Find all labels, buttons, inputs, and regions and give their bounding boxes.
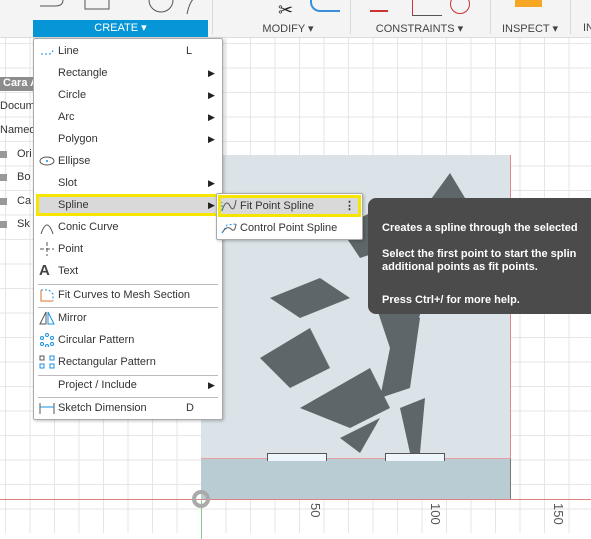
browser-header[interactable]: Cara A <box>0 77 36 91</box>
tick-label: 150 <box>551 503 566 525</box>
menu-item-spline[interactable]: Spline ▶ <box>36 194 220 216</box>
chevron-right-icon: ▶ <box>208 134 215 144</box>
menu-item-circular-pattern[interactable]: Circular Pattern <box>36 330 220 350</box>
menu-item-project-include[interactable]: Project / Include ▶ <box>36 375 220 395</box>
browser-row[interactable]: Bo <box>0 171 36 185</box>
chevron-right-icon: ▶ <box>208 200 215 210</box>
create-menu-button[interactable]: CREATE ▾ <box>33 20 208 37</box>
ellipse-icon <box>39 156 55 166</box>
menu-item-rectangular-pattern[interactable]: Rectangular Pattern <box>36 352 220 372</box>
menu-item-polygon[interactable]: Polygon ▶ <box>36 129 220 149</box>
x-axis <box>0 499 591 500</box>
menu-item-point[interactable]: Point <box>36 239 220 259</box>
tick-label: 50 <box>308 503 323 518</box>
browser-row[interactable]: Docume <box>0 100 36 114</box>
menu-item-mirror[interactable]: Mirror <box>36 308 220 328</box>
menu-item-arc[interactable]: Arc ▶ <box>36 107 220 127</box>
inspect-menu-button[interactable]: INSPECT ▾ <box>500 22 560 35</box>
menu-item-control-point-spline[interactable]: Control Point Spline <box>218 218 361 238</box>
modify-menu-button[interactable]: MODIFY ▾ <box>253 22 323 35</box>
menu-item-line[interactable]: Line L <box>36 41 220 61</box>
menu-item-sketch-dimension[interactable]: Sketch Dimension D <box>36 398 220 418</box>
fit-point-spline-icon <box>221 199 237 212</box>
conic-curve-icon <box>40 224 54 234</box>
more-options-icon[interactable]: ⋮ <box>344 195 355 217</box>
browser-row[interactable]: Named V <box>0 124 36 138</box>
chevron-right-icon: ▶ <box>208 380 215 390</box>
tooltip: Creates a spline through the selected Se… <box>368 198 591 314</box>
browser-row[interactable]: Ori <box>0 148 36 162</box>
origin-icon[interactable] <box>192 490 210 508</box>
spline-submenu: Fit Point Spline ⋮ Control Point Spline <box>216 193 363 240</box>
sketch-profile-band <box>201 458 511 499</box>
toolbar: CREATE ▾ ✂ MODIFY ▾ CONSTRAINTS ▾ INSPEC… <box>0 0 591 38</box>
chevron-right-icon: ▶ <box>208 178 215 188</box>
menu-item-ellipse[interactable]: Ellipse <box>36 151 220 171</box>
tooltip-text: Select the first point to start the spli… <box>382 248 577 260</box>
browser-row[interactable]: Ca <box>0 195 36 209</box>
chevron-right-icon: ▶ <box>208 68 215 78</box>
dimension-icon <box>39 403 55 414</box>
tooltip-text: Press Ctrl+/ for more help. <box>382 294 520 306</box>
browser-row[interactable]: Sk <box>0 218 36 232</box>
menu-item-conic-curve[interactable]: Conic Curve <box>36 217 220 237</box>
create-dropdown-menu: Line L Rectangle ▶ Circle ▶ Arc ▶ Polygon ▶ E… <box>33 38 223 420</box>
menu-item-text[interactable]: A Text <box>36 261 220 281</box>
tooltip-text: Creates a spline through the selected <box>382 222 578 234</box>
chevron-right-icon: ▶ <box>208 112 215 122</box>
rectangular-pattern-icon <box>39 355 55 369</box>
constraint-icons[interactable] <box>370 0 470 18</box>
constraints-menu-button[interactable]: CONSTRAINTS ▾ <box>372 22 467 35</box>
line-icon <box>41 47 54 55</box>
offset-icon[interactable] <box>310 0 340 12</box>
insert-menu-button[interactable]: IN <box>583 22 591 34</box>
browser-panel: Cara A Docume Named V Ori Bo Ca Sk <box>0 38 36 238</box>
circular-pattern-icon <box>40 333 54 347</box>
menu-item-fit-curves-to-mesh-section[interactable]: Fit Curves to Mesh Section <box>36 285 220 305</box>
menu-item-fit-point-spline[interactable]: Fit Point Spline ⋮ <box>218 195 361 217</box>
scissors-icon[interactable]: ✂ <box>278 0 293 21</box>
menu-item-circle[interactable]: Circle ▶ <box>36 85 220 105</box>
text-icon: A <box>39 262 50 279</box>
menu-item-rectangle[interactable]: Rectangle ▶ <box>36 63 220 83</box>
mesh-section-icon <box>40 289 54 302</box>
tooltip-text: additional points as fit points. <box>382 261 538 273</box>
mirror-icon <box>39 311 55 325</box>
measure-icon[interactable] <box>515 0 542 7</box>
sketch-tools-icons <box>40 0 194 15</box>
control-point-spline-icon <box>221 223 237 234</box>
tick-label: 100 <box>428 503 443 525</box>
chevron-right-icon: ▶ <box>208 90 215 100</box>
menu-item-slot[interactable]: Slot ▶ <box>36 173 220 193</box>
point-icon <box>40 242 54 256</box>
